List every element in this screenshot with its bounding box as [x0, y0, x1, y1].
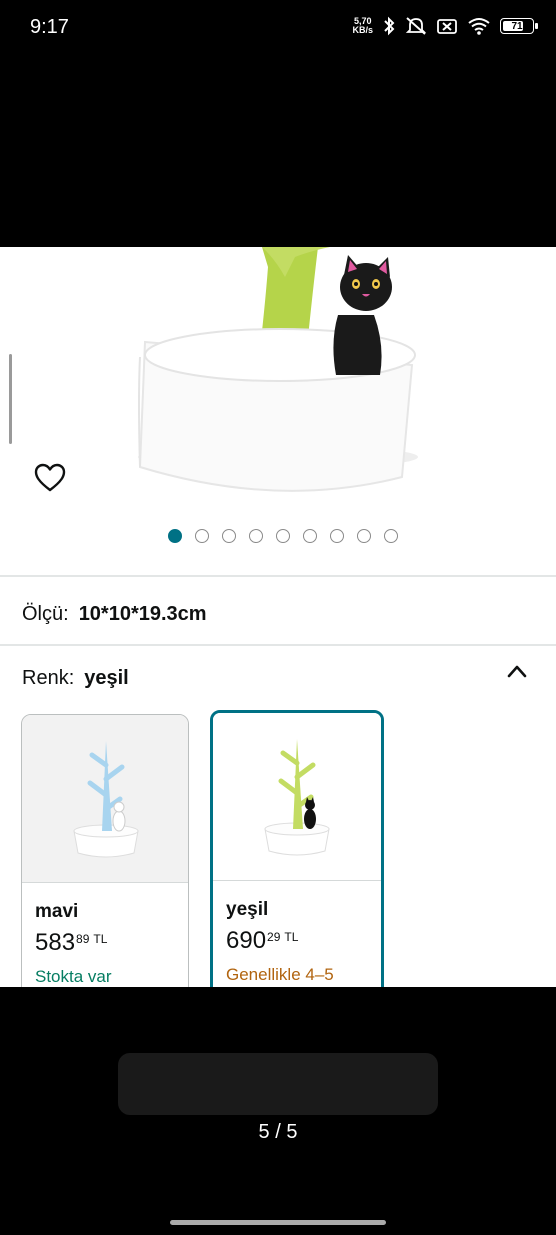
color-option-name: yeşil: [226, 899, 269, 920]
swatch-image-yesil: [264, 739, 330, 856]
viewer-toolbar[interactable]: [118, 1053, 438, 1115]
sim-off-icon: [437, 19, 457, 34]
page-counter: 5 / 5: [258, 1121, 298, 1143]
color-row[interactable]: Renk: yeşil: [22, 667, 129, 690]
mute-icon: [405, 17, 427, 35]
price-currency: TL: [93, 932, 108, 946]
bluetooth-icon: [384, 16, 395, 36]
price-whole: 583: [35, 929, 76, 956]
color-option-price: 690 29 TL: [226, 927, 381, 955]
chevron-up-icon[interactable]: [506, 663, 528, 679]
size-row: Ölçü: 10*10*19.3cm: [22, 603, 207, 626]
size-label: Ölçü:: [22, 603, 69, 625]
color-option-price: 583 89 TL: [35, 929, 188, 957]
stock-status: Genellikle 4–5: [226, 965, 334, 984]
product-page[interactable]: Ölçü: 10*10*19.3cm Renk: yeşil mavi 583 …: [0, 247, 556, 987]
color-option-image: [22, 715, 188, 883]
price-whole: 690: [226, 927, 267, 954]
color-option-name: mavi: [35, 901, 79, 922]
divider: [0, 575, 556, 577]
battery-percent: 71: [511, 20, 523, 32]
status-icons: 5,70 KB/s 71: [352, 16, 538, 36]
carousel-dot[interactable]: [195, 529, 209, 543]
status-bar: 9:17 5,70 KB/s 71: [0, 0, 556, 56]
carousel-dot[interactable]: [168, 529, 182, 543]
status-time: 9:17: [30, 16, 69, 38]
color-value: yeşil: [84, 667, 129, 689]
network-speed: 5,70 KB/s: [352, 17, 373, 35]
color-option-yesil[interactable]: yeşil 690 29 TL Genellikle 4–5: [210, 710, 384, 987]
carousel-dot[interactable]: [330, 529, 344, 543]
product-image[interactable]: [0, 247, 556, 577]
price-fraction: 89: [76, 932, 90, 946]
battery-icon: 71: [500, 18, 538, 34]
color-option-image: [213, 713, 381, 881]
swatch-image-mavi: [73, 741, 139, 858]
image-carousel-dots: [0, 529, 556, 543]
size-value: 10*10*19.3cm: [78, 603, 207, 625]
price-currency: TL: [284, 930, 299, 944]
carousel-dot[interactable]: [357, 529, 371, 543]
color-option-mavi[interactable]: mavi 583 89 TL Stokta var: [21, 714, 189, 987]
carousel-dot[interactable]: [222, 529, 236, 543]
carousel-dot[interactable]: [303, 529, 317, 543]
scroll-indicator: [9, 354, 12, 444]
color-label: Renk:: [22, 667, 75, 689]
network-speed-unit: KB/s: [352, 25, 373, 35]
heart-icon[interactable]: [34, 463, 66, 493]
wifi-icon: [468, 18, 490, 35]
carousel-dot[interactable]: [384, 529, 398, 543]
carousel-dot[interactable]: [249, 529, 263, 543]
carousel-dot[interactable]: [276, 529, 290, 543]
home-indicator[interactable]: [170, 1220, 386, 1225]
price-fraction: 29: [267, 930, 281, 944]
divider: [0, 644, 556, 646]
stock-status: Stokta var: [35, 967, 112, 986]
